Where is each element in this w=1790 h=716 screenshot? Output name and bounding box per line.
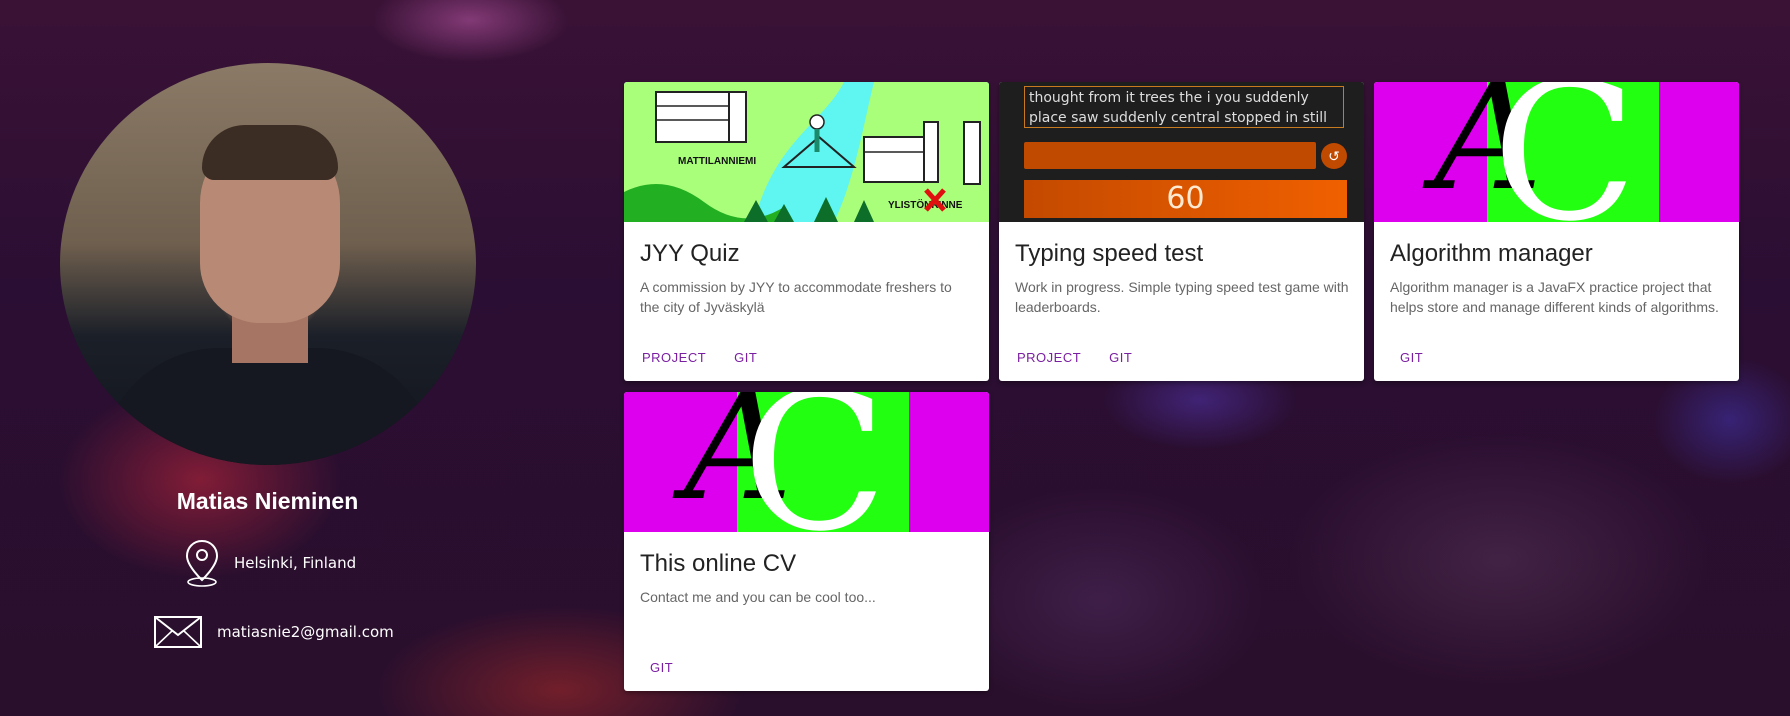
git-button[interactable]: GIT (1390, 344, 1433, 371)
project-image-jyy-quiz: MATTILANNIEMI YLISTÖNRINNE (624, 82, 989, 222)
project-card-typing-speed-test: thought from it trees the i you suddenly… (999, 82, 1364, 381)
project-description: Work in progress. Simple typing speed te… (1015, 279, 1349, 315)
location-text: Helsinki, Finland (234, 554, 357, 572)
project-image-online-cv: A C (624, 392, 989, 532)
project-image-typing-speed-test: thought from it trees the i you suddenly… (999, 82, 1364, 222)
project-image-algorithm-manager: A C (1374, 82, 1739, 222)
project-actions: PROJECT GIT (632, 344, 775, 371)
email-link[interactable]: matiasnie2@gmail.com (217, 623, 394, 641)
project-description: Algorithm manager is a JavaFX practice p… (1390, 279, 1719, 315)
git-button[interactable]: GIT (640, 654, 683, 681)
project-button[interactable]: PROJECT (632, 344, 716, 371)
refresh-icon: ↺ (1321, 143, 1347, 169)
location-pin-icon (184, 538, 220, 588)
git-button[interactable]: GIT (724, 344, 767, 371)
profile-name: Matias Nieminen (176, 488, 359, 514)
logo-letter-c: C (1492, 82, 1638, 222)
typing-text-line-2: place saw suddenly central stopped in st… (1029, 110, 1328, 126)
logo-letter-c: C (742, 392, 888, 532)
project-actions: PROJECT GIT (1007, 344, 1150, 371)
project-title: Typing speed test (1015, 240, 1204, 267)
envelope-icon (153, 614, 203, 650)
project-card-jyy-quiz: MATTILANNIEMI YLISTÖNRINNE JYY Quiz A co… (624, 82, 989, 381)
project-title: JYY Quiz (640, 240, 740, 267)
project-button[interactable]: PROJECT (1007, 344, 1091, 371)
project-title: This online CV (640, 550, 797, 577)
project-description: Contact me and you can be cool too... (640, 589, 876, 605)
typing-text-line-1: thought from it trees the i you suddenly (1029, 90, 1309, 106)
timer-display: 60 (1024, 180, 1347, 218)
profile-photo (60, 63, 476, 465)
project-title: Algorithm manager (1390, 240, 1593, 267)
project-actions: GIT (632, 654, 691, 681)
typing-input (1024, 142, 1316, 169)
project-actions: GIT (1382, 344, 1441, 371)
git-button[interactable]: GIT (1099, 344, 1142, 371)
project-description: A commission by JYY to accommodate fresh… (640, 279, 952, 315)
location: Helsinki, Finland (184, 538, 356, 588)
project-card-online-cv: A C This online CV Contact me and you ca… (624, 392, 989, 691)
map-label-mattilanniemi: MATTILANNIEMI (678, 156, 756, 167)
project-card-algorithm-manager: A C Algorithm manager Algorithm manager … (1374, 82, 1739, 381)
email[interactable]: matiasnie2@gmail.com (153, 614, 394, 650)
profile-section: Matias Nieminen Helsinki, Finland matias… (0, 0, 540, 716)
